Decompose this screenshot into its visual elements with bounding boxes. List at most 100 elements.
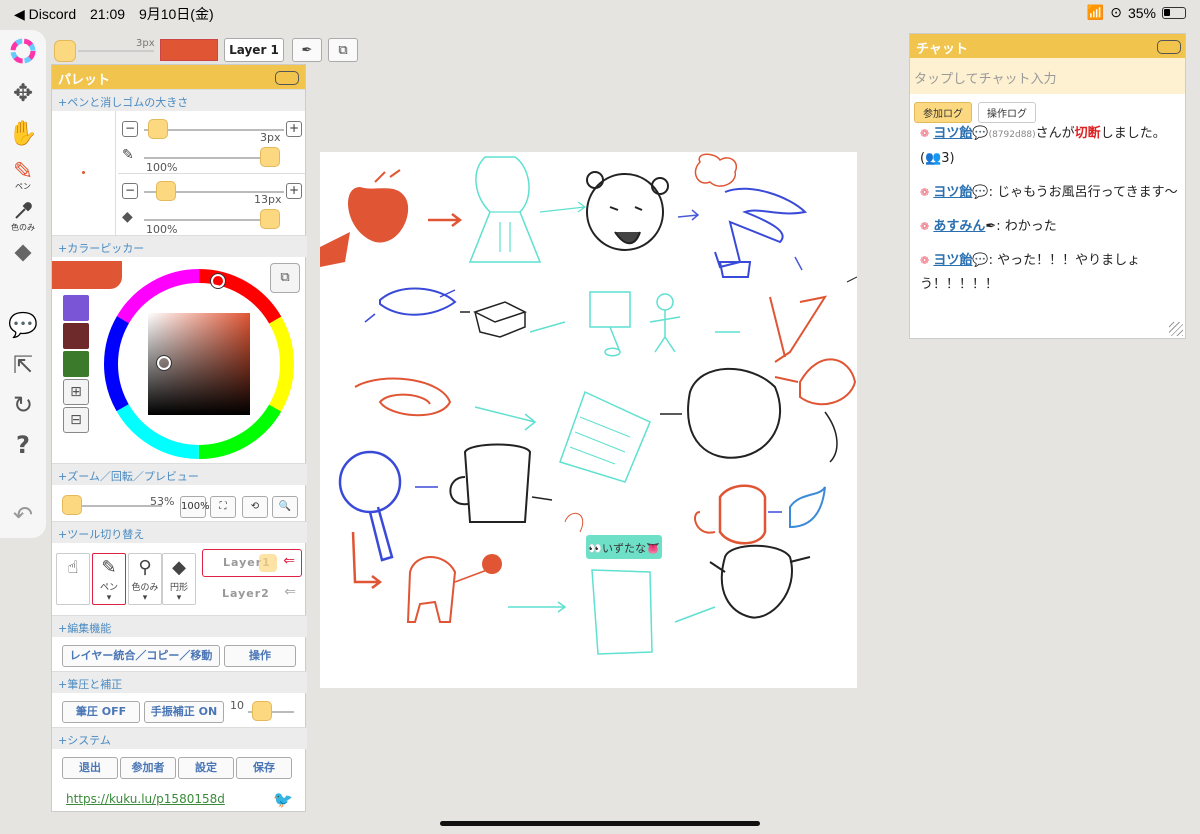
layer-row-2[interactable]: Layer2 ⇐ xyxy=(202,581,302,609)
eraser-tool-icon: ◆ xyxy=(172,557,186,578)
eraser-icon[interactable] xyxy=(4,236,42,270)
back-to-app-link[interactable]: ◀ Discord xyxy=(14,6,76,22)
settings-button[interactable]: 設定 xyxy=(178,757,234,779)
fit-icon: ⛶ xyxy=(219,501,227,512)
color-swatch-3[interactable] xyxy=(63,351,89,377)
rotate-reset-button[interactable]: ⟲ xyxy=(242,496,268,518)
palette-collapse-button[interactable] xyxy=(275,71,299,85)
selection-button[interactable]: ⧉ xyxy=(328,38,358,62)
chat-username[interactable]: ヨツ飴 xyxy=(933,185,972,200)
current-color-swatch[interactable] xyxy=(160,39,218,61)
battery-percent: 35% xyxy=(1127,4,1156,21)
chat-icon[interactable]: 💬 xyxy=(4,308,42,342)
color-swatch-2[interactable] xyxy=(63,323,89,349)
brush-size-slider-knob[interactable] xyxy=(54,40,76,62)
undo-icon[interactable]: ↶ xyxy=(4,498,42,532)
tool-hand[interactable]: ☝ xyxy=(56,553,90,605)
participants-button[interactable]: 参加者 xyxy=(120,757,176,779)
pressure-toggle-button[interactable]: 筆圧 OFF xyxy=(62,701,140,723)
chat-username[interactable]: あすみん xyxy=(933,219,985,234)
pen-settings-button[interactable]: ✒ xyxy=(292,38,322,62)
leave-button[interactable]: 退出 xyxy=(62,757,118,779)
canvas-drawings: 👀いずたな👅 xyxy=(320,153,858,655)
stabilizer-knob[interactable] xyxy=(252,701,272,721)
add-swatch-icon[interactable]: ⊞ xyxy=(63,379,89,405)
pen-tool-icon: ✎ xyxy=(101,557,117,578)
fit-screen-button[interactable]: ⛶ xyxy=(210,496,236,518)
layer-select-button[interactable]: Layer 1 xyxy=(224,38,284,62)
section-pen-size[interactable]: +ペンと消しゴムの大きさ xyxy=(52,89,305,111)
wifi-icon: 📶 xyxy=(1086,4,1105,20)
section-zoom[interactable]: +ズーム／回転／プレビュー xyxy=(52,463,307,485)
tab-operation-log[interactable]: 操作ログ xyxy=(978,102,1036,123)
orientation-lock-icon: ⊙ xyxy=(1110,4,1122,20)
drawing-canvas[interactable]: 👀いずたな👅 xyxy=(320,152,858,688)
eraser-opacity-track[interactable] xyxy=(144,219,264,221)
redo-icon[interactable]: ↻ xyxy=(4,388,42,422)
tool-pen[interactable]: ✎ ペン ▾ xyxy=(92,553,126,605)
save-button[interactable]: 保存 xyxy=(236,757,292,779)
home-indicator[interactable] xyxy=(440,821,760,826)
section-tool-switch[interactable]: +ツール切り替え xyxy=(52,521,307,543)
chat-username[interactable]: ヨツ飴 xyxy=(933,253,972,268)
layer-merge-button[interactable]: レイヤー統合／コピー／移動 xyxy=(62,645,220,667)
swatch-settings-icon[interactable]: ⊟ xyxy=(63,407,89,433)
status-right: 📶 ⊙ 35% xyxy=(1087,4,1186,21)
stabilizer-toggle-button[interactable]: 手振補正 ON xyxy=(144,701,224,723)
palette-title: パレット xyxy=(58,73,111,88)
magnifier-icon: 🔍 xyxy=(278,501,292,512)
user-badge-icon: ❁ xyxy=(920,220,930,233)
pen-size-area: − + 3px ✎ 100% − + 13px ◆ 100% xyxy=(52,111,307,236)
chat-message: ❁ ヨツ飴💬: やった！！！やりましょう！！！！！ xyxy=(920,253,1141,292)
user-badge-icon: ❁ xyxy=(920,186,930,199)
chat-tabs: 参加ログ 操作ログ xyxy=(914,102,1036,123)
chat-message: ❁ あすみん✒: わかった xyxy=(920,219,1057,234)
hand-icon[interactable]: ✋ xyxy=(4,116,42,150)
room-link[interactable]: https://kuku.lu/p1580158d xyxy=(66,792,225,806)
section-edit[interactable]: +編集機能 xyxy=(52,615,307,637)
layer-row-1[interactable]: Layer1 ⇐ xyxy=(202,549,302,577)
pen-gear-icon: ✒ xyxy=(301,42,313,58)
exit-icon[interactable]: ⇱ xyxy=(4,348,42,382)
brush-size-slider-track[interactable] xyxy=(78,50,154,52)
zoom-knob[interactable] xyxy=(62,495,82,515)
pen-tool-label: ペン xyxy=(15,182,31,191)
hue-ring[interactable] xyxy=(102,267,296,461)
pen-size-plus-button[interactable]: + xyxy=(286,121,302,137)
color-wheel-icon[interactable] xyxy=(4,34,42,68)
chat-collapse-button[interactable] xyxy=(1157,40,1181,54)
layer-2-arrow-icon: ⇐ xyxy=(284,584,296,600)
brush-size-readout: 3px xyxy=(136,38,155,49)
tool-eraser[interactable]: ◆ 円形 ▾ xyxy=(162,553,196,605)
twitter-icon[interactable]: 🐦 xyxy=(273,790,293,809)
operate-button[interactable]: 操作 xyxy=(224,645,296,667)
tool-picker[interactable]: ⚲ 色のみ ▾ xyxy=(128,553,162,605)
user-badge-icon: ❁ xyxy=(920,127,930,140)
palette-panel: パレット +ペンと消しゴムの大きさ − + 3px ✎ 100% − + 13p… xyxy=(51,64,307,812)
pen-opacity-icon: ✎ xyxy=(122,147,134,163)
zoom-track[interactable] xyxy=(70,505,162,507)
chat-username[interactable]: ヨツ飴 xyxy=(933,126,972,141)
eraser-size-plus-button[interactable]: + xyxy=(286,183,302,199)
eraser-size-minus-button[interactable]: − xyxy=(122,183,138,199)
pen-opacity-knob[interactable] xyxy=(260,147,280,167)
chat-input[interactable]: タップしてチャット入力 xyxy=(910,58,1185,94)
zoom-100-button[interactable]: 100% xyxy=(180,496,210,518)
layer-1-opacity-knob[interactable] xyxy=(259,554,277,572)
picker-tool-icon: ⚲ xyxy=(138,557,152,578)
pen-opacity-track[interactable] xyxy=(144,157,264,159)
pen-size-knob[interactable] xyxy=(148,119,168,139)
tab-join-log[interactable]: 参加ログ xyxy=(914,102,972,123)
help-icon[interactable]: ? xyxy=(4,428,42,462)
preview-button[interactable]: 🔍 xyxy=(272,496,298,518)
move-icon[interactable]: ✥ xyxy=(4,76,42,110)
section-color-picker[interactable]: +カラーピッカー xyxy=(52,235,307,257)
section-pressure[interactable]: +筆圧と補正 xyxy=(52,671,307,693)
picker-mode-icon[interactable]: ⧉ xyxy=(270,263,300,293)
section-system[interactable]: +システム xyxy=(52,727,307,749)
resize-grip[interactable] xyxy=(1169,322,1183,336)
pen-size-minus-button[interactable]: − xyxy=(122,121,138,137)
eraser-size-knob[interactable] xyxy=(156,181,176,201)
eraser-opacity-knob[interactable] xyxy=(260,209,280,229)
color-swatch-1[interactable] xyxy=(63,295,89,321)
